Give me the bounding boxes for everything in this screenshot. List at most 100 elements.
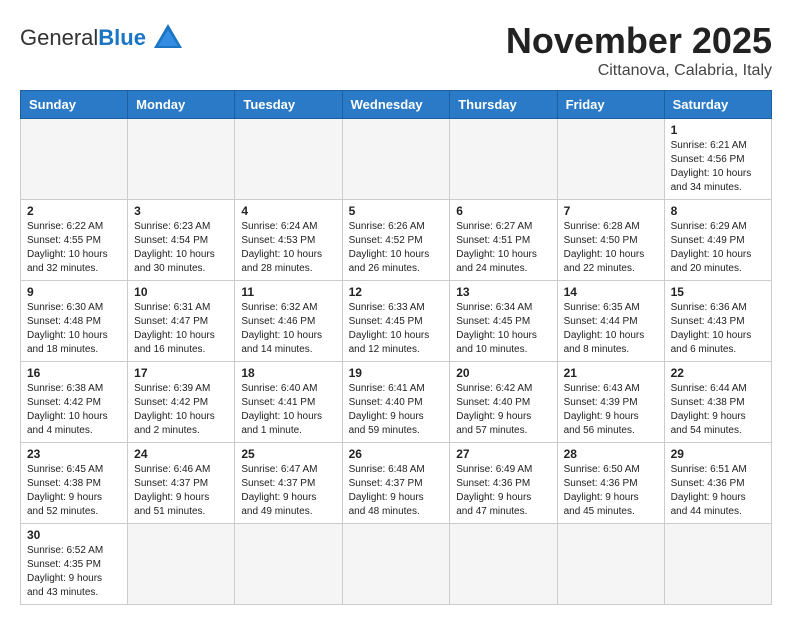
day-number: 9 — [27, 285, 121, 299]
day-info: Sunrise: 6:47 AM Sunset: 4:37 PM Dayligh… — [241, 463, 335, 519]
day-number: 10 — [134, 285, 228, 299]
calendar-cell: 24 Sunrise: 6:46 AM Sunset: 4:37 PM Dayli… — [128, 443, 235, 524]
day-number: 5 — [349, 204, 444, 218]
day-info: Sunrise: 6:38 AM Sunset: 4:42 PM Dayligh… — [27, 382, 121, 438]
page-header: GeneralBlue November 2025 Cittanova, Cal… — [20, 20, 772, 80]
day-info: Sunrise: 6:50 AM Sunset: 4:36 PM Dayligh… — [564, 463, 658, 519]
calendar-cell: 17Sunrise: 6:39 AM Sunset: 4:42 PM Dayli… — [128, 362, 235, 443]
weekday-header-monday: Monday — [128, 91, 235, 119]
day-info: Sunrise: 6:46 AM Sunset: 4:37 PM Dayligh… — [134, 463, 228, 519]
calendar-cell — [235, 524, 342, 605]
calendar-cell — [128, 119, 235, 200]
day-info: Sunrise: 6:23 AM Sunset: 4:54 PM Dayligh… — [134, 220, 228, 276]
calendar-cell: 1 Sunrise: 6:21 AM Sunset: 4:56 PM Daylig… — [664, 119, 771, 200]
calendar-cell — [450, 524, 557, 605]
day-info: Sunrise: 6:31 AM Sunset: 4:47 PM Dayligh… — [134, 301, 228, 357]
day-number: 29 — [671, 447, 765, 461]
day-number: 7 — [564, 204, 658, 218]
day-number: 22 — [671, 366, 765, 380]
day-info: Sunrise: 6:28 AM Sunset: 4:50 PM Dayligh… — [564, 220, 658, 276]
day-number: 12 — [349, 285, 444, 299]
calendar-cell — [557, 119, 664, 200]
calendar-week-2: 2 Sunrise: 6:22 AM Sunset: 4:55 PM Daylig… — [21, 200, 772, 281]
day-number: 30 — [27, 528, 121, 542]
calendar-header-row: SundayMondayTuesdayWednesdayThursdayFrid… — [21, 91, 772, 119]
calendar-table: SundayMondayTuesdayWednesdayThursdayFrid… — [20, 90, 772, 605]
logo-text-block: GeneralBlue — [20, 25, 146, 51]
day-number: 19 — [349, 366, 444, 380]
calendar-cell: 26Sunrise: 6:48 AM Sunset: 4:37 PM Dayli… — [342, 443, 450, 524]
day-number: 25 — [241, 447, 335, 461]
calendar-cell: 6 Sunrise: 6:27 AM Sunset: 4:51 PM Daylig… — [450, 200, 557, 281]
day-info: Sunrise: 6:22 AM Sunset: 4:55 PM Dayligh… — [27, 220, 121, 276]
day-info: Sunrise: 6:36 AM Sunset: 4:43 PM Dayligh… — [671, 301, 765, 357]
day-info: Sunrise: 6:21 AM Sunset: 4:56 PM Dayligh… — [671, 139, 765, 195]
day-number: 6 — [456, 204, 550, 218]
day-number: 11 — [241, 285, 335, 299]
weekday-header-wednesday: Wednesday — [342, 91, 450, 119]
day-info: Sunrise: 6:33 AM Sunset: 4:45 PM Dayligh… — [349, 301, 444, 357]
weekday-header-sunday: Sunday — [21, 91, 128, 119]
calendar-cell: 14 Sunrise: 6:35 AM Sunset: 4:44 PM Dayli… — [557, 281, 664, 362]
calendar-cell: 19 Sunrise: 6:41 AM Sunset: 4:40 PM Dayli… — [342, 362, 450, 443]
calendar-cell: 3 Sunrise: 6:23 AM Sunset: 4:54 PM Daylig… — [128, 200, 235, 281]
day-number: 16 — [27, 366, 121, 380]
calendar-cell — [342, 524, 450, 605]
calendar-cell: 28 Sunrise: 6:50 AM Sunset: 4:36 PM Dayli… — [557, 443, 664, 524]
day-number: 24 — [134, 447, 228, 461]
day-info: Sunrise: 6:24 AM Sunset: 4:53 PM Dayligh… — [241, 220, 335, 276]
day-number: 18 — [241, 366, 335, 380]
calendar-cell: 10 Sunrise: 6:31 AM Sunset: 4:47 PM Dayli… — [128, 281, 235, 362]
day-info: Sunrise: 6:41 AM Sunset: 4:40 PM Dayligh… — [349, 382, 444, 438]
day-info: Sunrise: 6:30 AM Sunset: 4:48 PM Dayligh… — [27, 301, 121, 357]
day-info: Sunrise: 6:43 AM Sunset: 4:39 PM Dayligh… — [564, 382, 658, 438]
calendar-cell: 27 Sunrise: 6:49 AM Sunset: 4:36 PM Dayli… — [450, 443, 557, 524]
day-number: 8 — [671, 204, 765, 218]
day-info: Sunrise: 6:49 AM Sunset: 4:36 PM Dayligh… — [456, 463, 550, 519]
calendar-cell: 11Sunrise: 6:32 AM Sunset: 4:46 PM Dayli… — [235, 281, 342, 362]
day-number: 20 — [456, 366, 550, 380]
logo-general: General — [20, 25, 98, 50]
calendar-cell — [557, 524, 664, 605]
day-info: Sunrise: 6:39 AM Sunset: 4:42 PM Dayligh… — [134, 382, 228, 438]
day-number: 15 — [671, 285, 765, 299]
title-block: November 2025 Cittanova, Calabria, Italy — [506, 20, 772, 80]
logo-icon — [150, 20, 186, 56]
day-info: Sunrise: 6:35 AM Sunset: 4:44 PM Dayligh… — [564, 301, 658, 357]
day-info: Sunrise: 6:29 AM Sunset: 4:49 PM Dayligh… — [671, 220, 765, 276]
day-number: 14 — [564, 285, 658, 299]
day-number: 3 — [134, 204, 228, 218]
weekday-header-friday: Friday — [557, 91, 664, 119]
calendar-cell: 2 Sunrise: 6:22 AM Sunset: 4:55 PM Daylig… — [21, 200, 128, 281]
calendar-cell: 29 Sunrise: 6:51 AM Sunset: 4:36 PM Dayli… — [664, 443, 771, 524]
calendar-cell: 21 Sunrise: 6:43 AM Sunset: 4:39 PM Dayli… — [557, 362, 664, 443]
calendar-cell: 23Sunrise: 6:45 AM Sunset: 4:38 PM Dayli… — [21, 443, 128, 524]
logo: GeneralBlue — [20, 20, 186, 56]
calendar-cell — [21, 119, 128, 200]
day-number: 27 — [456, 447, 550, 461]
weekday-header-tuesday: Tuesday — [235, 91, 342, 119]
day-info: Sunrise: 6:48 AM Sunset: 4:37 PM Dayligh… — [349, 463, 444, 519]
day-info: Sunrise: 6:51 AM Sunset: 4:36 PM Dayligh… — [671, 463, 765, 519]
month-title: November 2025 — [506, 20, 772, 62]
calendar-cell: 5 Sunrise: 6:26 AM Sunset: 4:52 PM Daylig… — [342, 200, 450, 281]
day-number: 2 — [27, 204, 121, 218]
calendar-cell: 22Sunrise: 6:44 AM Sunset: 4:38 PM Dayli… — [664, 362, 771, 443]
calendar-cell: 16 Sunrise: 6:38 AM Sunset: 4:42 PM Dayli… — [21, 362, 128, 443]
day-info: Sunrise: 6:27 AM Sunset: 4:51 PM Dayligh… — [456, 220, 550, 276]
calendar-cell — [128, 524, 235, 605]
day-info: Sunrise: 6:42 AM Sunset: 4:40 PM Dayligh… — [456, 382, 550, 438]
calendar-cell — [450, 119, 557, 200]
day-info: Sunrise: 6:45 AM Sunset: 4:38 PM Dayligh… — [27, 463, 121, 519]
calendar-cell: 20 Sunrise: 6:42 AM Sunset: 4:40 PM Dayli… — [450, 362, 557, 443]
day-number: 21 — [564, 366, 658, 380]
calendar-cell: 8 Sunrise: 6:29 AM Sunset: 4:49 PM Daylig… — [664, 200, 771, 281]
calendar-cell: 7 Sunrise: 6:28 AM Sunset: 4:50 PM Daylig… — [557, 200, 664, 281]
day-info: Sunrise: 6:26 AM Sunset: 4:52 PM Dayligh… — [349, 220, 444, 276]
calendar-cell: 13Sunrise: 6:34 AM Sunset: 4:45 PM Dayli… — [450, 281, 557, 362]
day-number: 28 — [564, 447, 658, 461]
day-info: Sunrise: 6:40 AM Sunset: 4:41 PM Dayligh… — [241, 382, 335, 438]
calendar-week-6: 30Sunrise: 6:52 AM Sunset: 4:35 PM Dayli… — [21, 524, 772, 605]
calendar-week-5: 23Sunrise: 6:45 AM Sunset: 4:38 PM Dayli… — [21, 443, 772, 524]
day-number: 1 — [671, 123, 765, 137]
